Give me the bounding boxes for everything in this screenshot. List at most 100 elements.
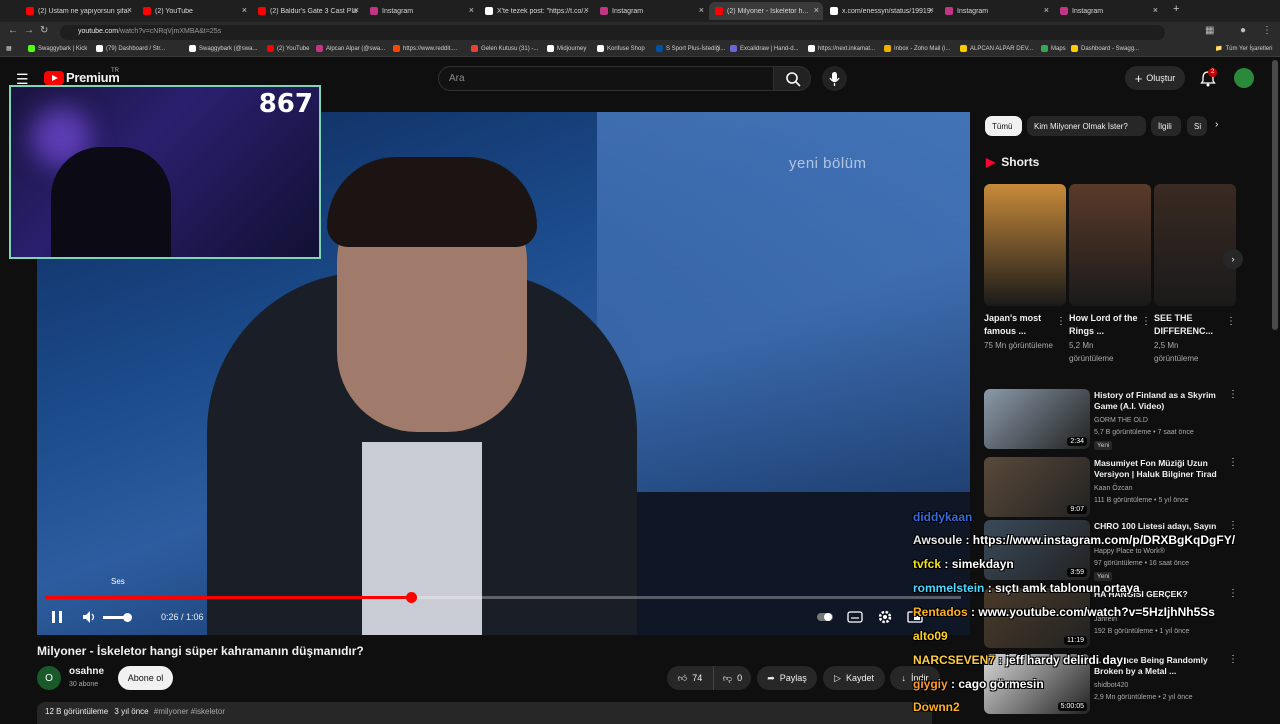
bookmark-item[interactable]: S Sport Plus-İstediği... (656, 45, 725, 52)
short-thumbnail[interactable] (1069, 184, 1151, 306)
browser-tab[interactable]: Instagram × (1054, 2, 1162, 20)
video-title[interactable]: History of Finland as a Skyrim Game (A.I… (1094, 390, 1224, 412)
channel-name[interactable]: Kaan Özcan (1094, 485, 1133, 492)
new-tab-icon[interactable]: + (1173, 3, 1179, 15)
short-title[interactable]: Japan's most famous ... (984, 312, 1054, 338)
forward-icon[interactable]: → (24, 25, 34, 36)
more-options-icon[interactable]: ⋮ (1228, 457, 1238, 468)
more-options-icon[interactable]: ⋮ (1056, 316, 1066, 327)
bookmark-item[interactable]: Midjourney (547, 45, 586, 52)
bookmark-item[interactable]: Gelen Kutusu (31) -... (471, 45, 538, 52)
channel-name[interactable]: GORM THE OLD (1094, 417, 1148, 424)
bookmark-item[interactable]: https://next.inkamat... (808, 45, 875, 52)
reload-icon[interactable]: ↻ (40, 25, 48, 36)
browser-tab[interactable]: x.com/enessyn/status/19919... × (824, 2, 938, 20)
all-bookmarks-folder[interactable]: 📁 Tüm Yer İşaretleri (1215, 45, 1273, 53)
apps-icon[interactable]: ▦ (6, 45, 12, 52)
hashtags[interactable]: #milyoner #iskeletor (154, 707, 225, 716)
subtitles-icon[interactable] (846, 608, 864, 626)
settings-gear-icon[interactable] (876, 608, 894, 626)
bookmark-item[interactable]: Swaggybark (@swa... (189, 45, 257, 52)
recommended-video[interactable]: 2:34 History of Finland as a Skyrim Game … (984, 389, 1244, 451)
browser-tab[interactable]: Instagram × (594, 2, 708, 20)
browser-menu-icon[interactable]: ⋮ (1262, 25, 1272, 36)
autoplay-toggle-icon[interactable] (816, 608, 834, 626)
bookmark-item[interactable]: Dashboard - Swagg... (1071, 45, 1139, 52)
bookmark-item[interactable]: (79) Dashboard / Str... (96, 45, 165, 52)
bookmark-item[interactable]: Swaggybark | Kick (28, 45, 87, 52)
more-options-icon[interactable]: ⋮ (1226, 316, 1236, 327)
bookmark-item[interactable]: Inbox - Zoho Mail (i... (884, 45, 950, 52)
dislike-button[interactable]: 👎︎ 0 (713, 666, 751, 690)
extensions-icon[interactable]: ▦ (1205, 25, 1214, 36)
back-icon[interactable]: ← (8, 25, 18, 36)
short-views: 2,5 Mn görüntüleme (1154, 341, 1199, 363)
address-bar[interactable]: youtube.com/watch?v=cNRqVjmXMBA&t=25s (60, 25, 1165, 40)
filter-chip[interactable]: Tümü (985, 116, 1022, 136)
chips-next-icon[interactable]: › (1215, 119, 1218, 130)
account-avatar[interactable] (1234, 68, 1254, 88)
bookmark-item[interactable]: (2) YouTube (267, 45, 309, 52)
channel-avatar[interactable]: O (37, 666, 61, 690)
short-card[interactable]: SEE THE DIFFERENC... 2,5 Mn görüntüleme ⋮ (1154, 184, 1236, 365)
video-thumbnail[interactable]: 2:34 (984, 389, 1090, 449)
tab-close-icon[interactable]: × (584, 5, 589, 15)
tab-close-icon[interactable]: × (469, 5, 474, 15)
progress-scrubber[interactable] (406, 592, 417, 603)
tab-close-icon[interactable]: × (814, 5, 819, 15)
bookmark-item[interactable]: Konfuse Shop (597, 45, 645, 52)
filter-chip[interactable]: Si (1187, 116, 1207, 136)
share-button[interactable]: ➦ Paylaş (757, 666, 817, 690)
browser-tab[interactable]: Instagram × (939, 2, 1053, 20)
browser-tab[interactable]: (2) Milyoner - İskeletor h... × (709, 2, 823, 20)
tab-close-icon[interactable]: × (699, 5, 704, 15)
short-thumbnail[interactable] (984, 184, 1066, 306)
tab-close-icon[interactable]: × (354, 5, 359, 15)
bookmark-item[interactable]: Excalidraw | Hand-d... (730, 45, 799, 52)
voice-search-button[interactable] (822, 66, 847, 91)
short-card[interactable]: Japan's most famous ... 75 Mn görüntüleme… (984, 184, 1066, 352)
tab-close-icon[interactable]: × (127, 5, 132, 15)
tab-close-icon[interactable]: × (1044, 5, 1049, 15)
browser-tab[interactable]: X'te tezek post: "https://t.co/... × (479, 2, 593, 20)
create-button[interactable]: + Oluştur (1125, 66, 1185, 90)
tab-close-icon[interactable]: × (929, 5, 934, 15)
pause-icon[interactable] (48, 608, 66, 626)
youtube-logo[interactable]: Premium (44, 70, 120, 85)
channel-name[interactable]: osahne (69, 666, 104, 677)
browser-tab[interactable]: Instagram × (364, 2, 478, 20)
tab-close-icon[interactable]: × (242, 5, 247, 15)
tab-favicon-icon (715, 7, 723, 15)
bookmark-item[interactable]: Alpcan Alpar (@swa... (316, 45, 385, 52)
search-input[interactable]: Ara (438, 66, 774, 91)
more-options-icon[interactable]: ⋮ (1228, 389, 1238, 400)
bookmark-item[interactable]: Maps (1041, 45, 1066, 52)
short-thumbnail[interactable] (1154, 184, 1236, 306)
short-title[interactable]: How Lord of the Rings ... (1069, 312, 1139, 338)
volume-icon[interactable] (80, 608, 98, 626)
more-options-icon[interactable]: ⋮ (1141, 316, 1151, 327)
shorts-next-button[interactable]: › (1223, 249, 1243, 269)
browser-tab[interactable]: (2) Baldur's Gate 3 Cast Plays...× (252, 2, 363, 20)
subscribe-button[interactable]: Abone ol (118, 666, 173, 690)
progress-bar[interactable] (45, 592, 961, 603)
filter-chip[interactable]: Kim Milyoner Olmak İster? (1027, 116, 1146, 136)
bookmark-item[interactable]: ALPCAN ALPAR DEV... (960, 45, 1033, 52)
short-card[interactable]: How Lord of the Rings ... 5,2 Mn görüntül… (1069, 184, 1151, 365)
video-title[interactable]: Masumiyet Fon Müziği Uzun Versiyon | Hal… (1094, 458, 1224, 480)
filter-chip[interactable]: İlgili (1151, 116, 1181, 136)
save-button[interactable]: ▷ Kaydet (823, 666, 885, 690)
browser-tab[interactable]: (2) Ustam ne yapıyorsun şifa... × (20, 2, 136, 20)
description-box[interactable]: 12 B görüntüleme 3 yıl önce #milyoner #i… (37, 702, 932, 724)
volume-knob[interactable] (123, 613, 132, 622)
browser-tab[interactable]: (2) YouTube × (137, 2, 251, 20)
volume-slider[interactable] (103, 613, 132, 622)
short-title[interactable]: SEE THE DIFFERENC... (1154, 312, 1224, 338)
search-button[interactable] (773, 66, 811, 91)
like-button[interactable]: 👍︎ 74 (667, 666, 713, 690)
streamer-silhouette (51, 147, 171, 257)
bookmark-item[interactable]: https://www.reddit.... (393, 45, 457, 52)
page-scrollbar[interactable] (1272, 60, 1278, 330)
tab-close-icon[interactable]: × (1153, 5, 1158, 15)
profile-icon[interactable]: ● (1240, 25, 1246, 36)
